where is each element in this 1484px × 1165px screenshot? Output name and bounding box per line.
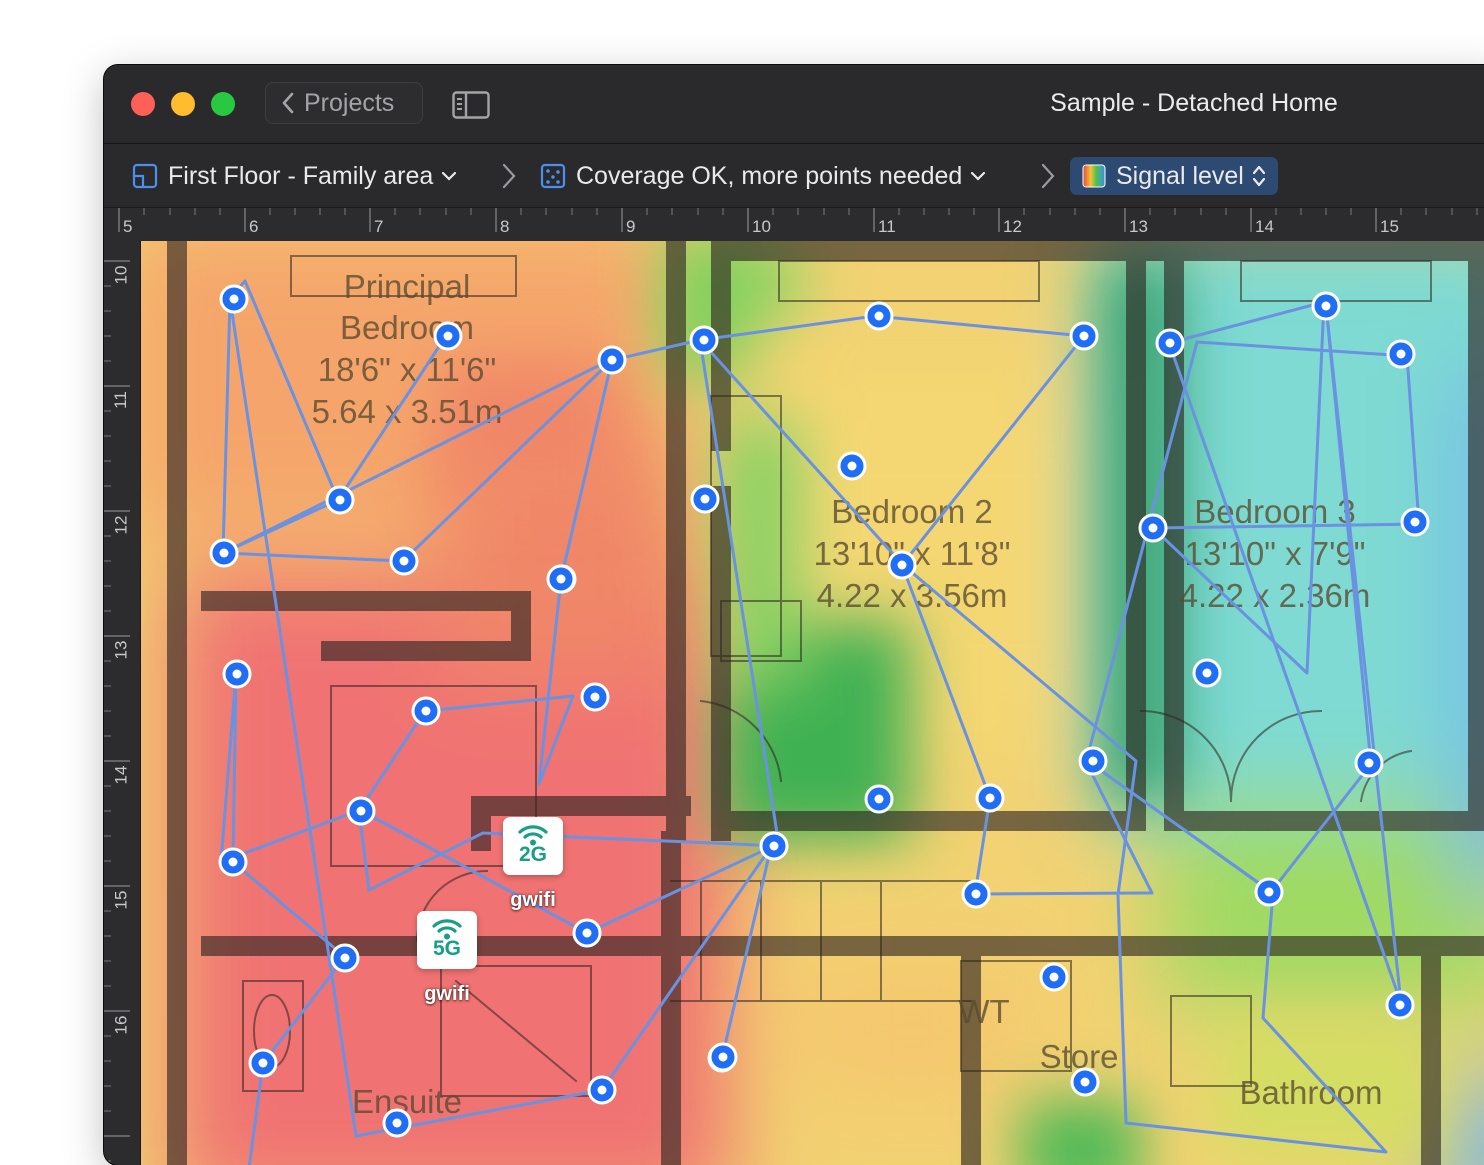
survey-point[interactable] bbox=[689, 325, 719, 355]
title-bar: Projects Sample - Detached Home bbox=[104, 65, 1484, 143]
chevron-right-icon bbox=[1039, 162, 1057, 195]
vertical-ruler: 10 11 12 13 14 15 16 bbox=[104, 241, 141, 1165]
survey-point[interactable] bbox=[433, 321, 463, 351]
zoom-window-button[interactable] bbox=[211, 92, 235, 116]
floor-plan-icon bbox=[132, 163, 158, 189]
survey-point[interactable] bbox=[759, 831, 789, 861]
close-window-button[interactable] bbox=[131, 92, 155, 116]
sidebar-toggle-icon[interactable] bbox=[452, 91, 490, 124]
room-dimensions-metric: 4.22 x 2.36m bbox=[1180, 577, 1371, 614]
access-point-ssid: gwifi bbox=[424, 983, 470, 1005]
floor-selector[interactable]: First Floor - Family area bbox=[132, 156, 457, 196]
survey-point[interactable] bbox=[330, 943, 360, 973]
survey-points-icon bbox=[540, 163, 566, 189]
chevron-down-icon bbox=[970, 170, 986, 182]
survey-point[interactable] bbox=[1386, 339, 1416, 369]
projects-button-label: Projects bbox=[304, 88, 395, 117]
survey-selector[interactable]: Coverage OK, more points needed bbox=[540, 156, 986, 196]
survey-point[interactable] bbox=[389, 546, 419, 576]
projects-back-button[interactable]: Projects bbox=[265, 82, 423, 124]
window-title: Sample - Detached Home bbox=[1050, 89, 1338, 117]
survey-point[interactable] bbox=[546, 564, 576, 594]
survey-point[interactable] bbox=[975, 783, 1005, 813]
ruler-label: 12 bbox=[1003, 217, 1022, 236]
ruler-label: 16 bbox=[111, 1015, 131, 1035]
survey-point[interactable] bbox=[1400, 507, 1430, 537]
survey-point[interactable] bbox=[248, 1048, 278, 1078]
survey-point[interactable] bbox=[222, 659, 252, 689]
survey-point[interactable] bbox=[1039, 962, 1069, 992]
survey-point[interactable] bbox=[580, 682, 610, 712]
ruler-label: 7 bbox=[374, 217, 384, 236]
survey-point[interactable] bbox=[218, 847, 248, 877]
ruler-label: 14 bbox=[111, 765, 131, 785]
access-point-5g[interactable]: 5G bbox=[417, 911, 477, 969]
survey-point[interactable] bbox=[219, 284, 249, 314]
survey-point[interactable] bbox=[1070, 1067, 1100, 1097]
access-point-2g[interactable]: 2G bbox=[503, 817, 563, 875]
survey-point[interactable] bbox=[887, 550, 917, 580]
ruler-label: 10 bbox=[752, 217, 771, 236]
survey-point[interactable] bbox=[1311, 291, 1341, 321]
ruler-label: 13 bbox=[111, 640, 131, 660]
ruler-label: 6 bbox=[249, 217, 259, 236]
chevron-left-icon bbox=[282, 92, 294, 114]
ruler-label: 11 bbox=[110, 391, 130, 409]
minimize-window-button[interactable] bbox=[171, 92, 195, 116]
breadcrumb: First Floor - Family area Coverage OK, m… bbox=[104, 143, 1484, 208]
ruler-label: 11 bbox=[878, 217, 896, 236]
room-dimensions-imperial: 13'10" x 7'9" bbox=[1185, 535, 1366, 572]
survey-point[interactable] bbox=[864, 784, 894, 814]
ruler-label: 8 bbox=[500, 217, 510, 236]
survey-point[interactable] bbox=[1354, 748, 1384, 778]
survey-point[interactable] bbox=[587, 1075, 617, 1105]
ruler-label: 13 bbox=[1129, 217, 1148, 236]
survey-selector-label: Coverage OK, more points needed bbox=[576, 161, 963, 190]
survey-point[interactable] bbox=[382, 1108, 412, 1138]
app-window: Projects Sample - Detached Home First Fl… bbox=[104, 65, 1484, 1165]
ruler-label: 9 bbox=[626, 217, 636, 236]
survey-point[interactable] bbox=[1192, 658, 1222, 688]
survey-point[interactable] bbox=[864, 301, 894, 331]
survey-point[interactable] bbox=[961, 879, 991, 909]
access-point-band: 2G bbox=[518, 843, 547, 866]
room-name: WT bbox=[958, 993, 1009, 1030]
survey-point[interactable] bbox=[1155, 328, 1185, 358]
survey-point[interactable] bbox=[572, 918, 602, 948]
room-dimensions-imperial: 18'6" x 11'6" bbox=[318, 351, 497, 388]
ruler-label: 12 bbox=[111, 515, 131, 535]
visualization-selector[interactable]: Signal level bbox=[1070, 157, 1278, 195]
survey-point[interactable] bbox=[1254, 877, 1284, 907]
survey-point[interactable] bbox=[837, 451, 867, 481]
visualization-selector-label: Signal level bbox=[1116, 161, 1244, 190]
survey-point[interactable] bbox=[346, 796, 376, 826]
survey-point[interactable] bbox=[325, 485, 355, 515]
ruler-label: 10 bbox=[111, 265, 131, 285]
survey-point[interactable] bbox=[690, 484, 720, 514]
room-name: Bathroom bbox=[1239, 1074, 1382, 1111]
survey-point[interactable] bbox=[1069, 321, 1099, 351]
access-point-band: 5G bbox=[432, 937, 461, 960]
survey-point[interactable] bbox=[1138, 513, 1168, 543]
ruler-label: 15 bbox=[111, 890, 131, 910]
survey-point[interactable] bbox=[597, 345, 627, 375]
ruler-label: 14 bbox=[1255, 217, 1274, 236]
survey-point[interactable] bbox=[1385, 990, 1415, 1020]
chevron-up-down-icon bbox=[1252, 164, 1266, 188]
horizontal-ruler: 5 6 7 8 9 10 11 12 13 14 15 bbox=[104, 207, 1484, 242]
room-name: Principal bbox=[344, 268, 471, 305]
survey-point[interactable] bbox=[209, 538, 239, 568]
heatmap-canvas[interactable]: Principal Bedroom 18'6" x 11'6" 5.64 x 3… bbox=[141, 241, 1484, 1165]
survey-point[interactable] bbox=[1078, 746, 1108, 776]
floor-selector-label: First Floor - Family area bbox=[168, 161, 434, 190]
access-point-ssid: gwifi bbox=[510, 889, 556, 911]
chevron-down-icon bbox=[441, 170, 457, 182]
heatmap-icon bbox=[1082, 164, 1106, 188]
ruler-label: 15 bbox=[1380, 217, 1399, 236]
survey-point[interactable] bbox=[411, 696, 441, 726]
chevron-right-icon bbox=[500, 162, 518, 195]
survey-point[interactable] bbox=[708, 1042, 738, 1072]
ruler-label: 5 bbox=[123, 217, 133, 236]
room-dimensions-metric: 5.64 x 3.51m bbox=[312, 393, 503, 430]
